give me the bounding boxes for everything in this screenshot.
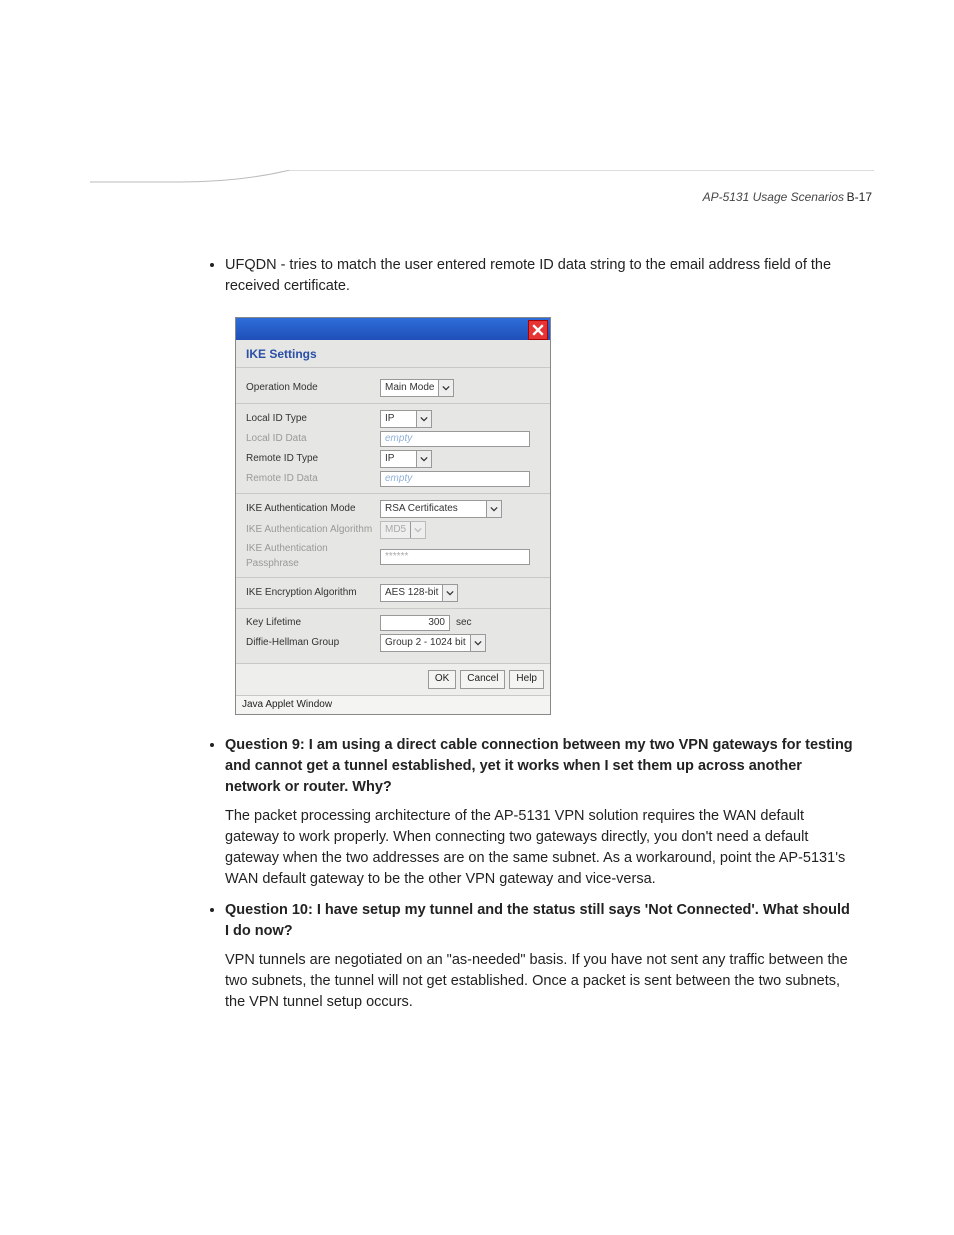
remote-id-data-label: Remote ID Data [246,472,380,487]
content-area: UFQDN - tries to match the user entered … [195,255,854,1023]
divider [236,493,550,494]
field-ike-auth-pass: IKE Authentication Passphrase ****** [246,542,540,571]
header-title: AP-5131 Usage Scenarios [703,190,844,204]
close-icon[interactable] [528,320,548,340]
remote-id-type-select[interactable]: IP [380,450,432,468]
page: AP-5131 Usage Scenarios B-17 UFQDN - tri… [0,0,954,1235]
operation-mode-select[interactable]: Main Mode [380,379,454,397]
key-lifetime-unit: sec [456,616,472,631]
divider [236,608,550,609]
chevron-down-icon [486,501,501,517]
field-operation-mode: Operation Mode Main Mode [246,379,540,397]
ike-auth-pass-label: IKE Authentication Passphrase [246,542,380,571]
question-9-text: Question 9: I am using a direct cable co… [225,737,853,795]
answer-10-text: VPN tunnels are negotiated on an "as-nee… [225,950,854,1013]
field-dh-group: Diffie-Hellman Group Group 2 - 1024 bit [246,634,540,652]
answer-9-text: The packet processing architecture of th… [225,806,854,890]
remote-id-type-value: IP [381,452,416,467]
ike-auth-mode-value: RSA Certificates [381,502,486,517]
dialog-heading-row: IKE Settings [236,340,550,368]
ike-auth-mode-label: IKE Authentication Mode [246,502,380,517]
dialog-titlebar [236,318,550,340]
cancel-button[interactable]: Cancel [460,670,505,689]
question-10-text: Question 10: I have setup my tunnel and … [225,902,850,939]
bullet-question-9: Question 9: I am using a direct cable co… [225,735,854,890]
chevron-down-icon [416,451,431,467]
dh-group-value: Group 2 - 1024 bit [381,636,470,651]
bullet-list: UFQDN - tries to match the user entered … [195,255,854,1013]
key-lifetime-label: Key Lifetime [246,616,380,631]
local-id-data-input: empty [380,431,530,447]
dialog-statusbar: Java Applet Window [236,695,550,715]
chevron-down-icon [410,522,425,538]
field-ike-enc-algo: IKE Encryption Algorithm AES 128-bit [246,584,540,602]
help-button[interactable]: Help [509,670,544,689]
divider [236,403,550,404]
chevron-down-icon [442,585,457,601]
key-lifetime-input[interactable]: 300 [380,615,450,631]
chevron-down-icon [470,635,485,651]
local-id-type-value: IP [381,412,416,427]
field-remote-id-data: Remote ID Data empty [246,471,540,487]
dialog-body: Operation Mode Main Mode Local ID Type [236,368,550,663]
ike-auth-algo-value: MD5 [381,523,410,538]
dh-group-label: Diffie-Hellman Group [246,636,380,651]
ike-enc-algo-label: IKE Encryption Algorithm [246,586,380,601]
ok-button[interactable]: OK [428,670,456,689]
local-id-type-select[interactable]: IP [380,410,432,428]
operation-mode-value: Main Mode [381,381,438,396]
ike-enc-algo-value: AES 128-bit [381,586,442,601]
remote-id-type-label: Remote ID Type [246,452,380,467]
local-id-type-label: Local ID Type [246,412,380,427]
field-ike-auth-algo: IKE Authentication Algorithm MD5 [246,521,540,539]
chevron-down-icon [416,411,431,427]
ike-auth-algo-select: MD5 [380,521,426,539]
field-remote-id-type: Remote ID Type IP [246,450,540,468]
dh-group-select[interactable]: Group 2 - 1024 bit [380,634,486,652]
chevron-down-icon [438,380,453,396]
field-local-id-data: Local ID Data empty [246,431,540,447]
ike-settings-dialog: IKE Settings Operation Mode Main Mode [235,317,551,715]
bullet-ufqdn: UFQDN - tries to match the user entered … [225,255,854,715]
bullet-text: UFQDN - tries to match the user entered … [225,257,831,294]
dialog-heading: IKE Settings [246,347,317,361]
remote-id-data-input: empty [380,471,530,487]
local-id-data-label: Local ID Data [246,432,380,447]
divider [236,577,550,578]
dialog-button-row: OK Cancel Help [236,663,550,695]
header-page-number: B-17 [847,190,872,204]
field-local-id-type: Local ID Type IP [246,410,540,428]
ike-enc-algo-select[interactable]: AES 128-bit [380,584,458,602]
dialog-figure: IKE Settings Operation Mode Main Mode [235,317,854,715]
operation-mode-label: Operation Mode [246,381,380,396]
ike-auth-mode-select[interactable]: RSA Certificates [380,500,502,518]
field-ike-auth-mode: IKE Authentication Mode RSA Certificates [246,500,540,518]
field-key-lifetime: Key Lifetime 300 sec [246,615,540,631]
bullet-question-10: Question 10: I have setup my tunnel and … [225,900,854,1013]
ike-auth-algo-label: IKE Authentication Algorithm [246,523,380,538]
ike-auth-pass-input: ****** [380,549,530,565]
